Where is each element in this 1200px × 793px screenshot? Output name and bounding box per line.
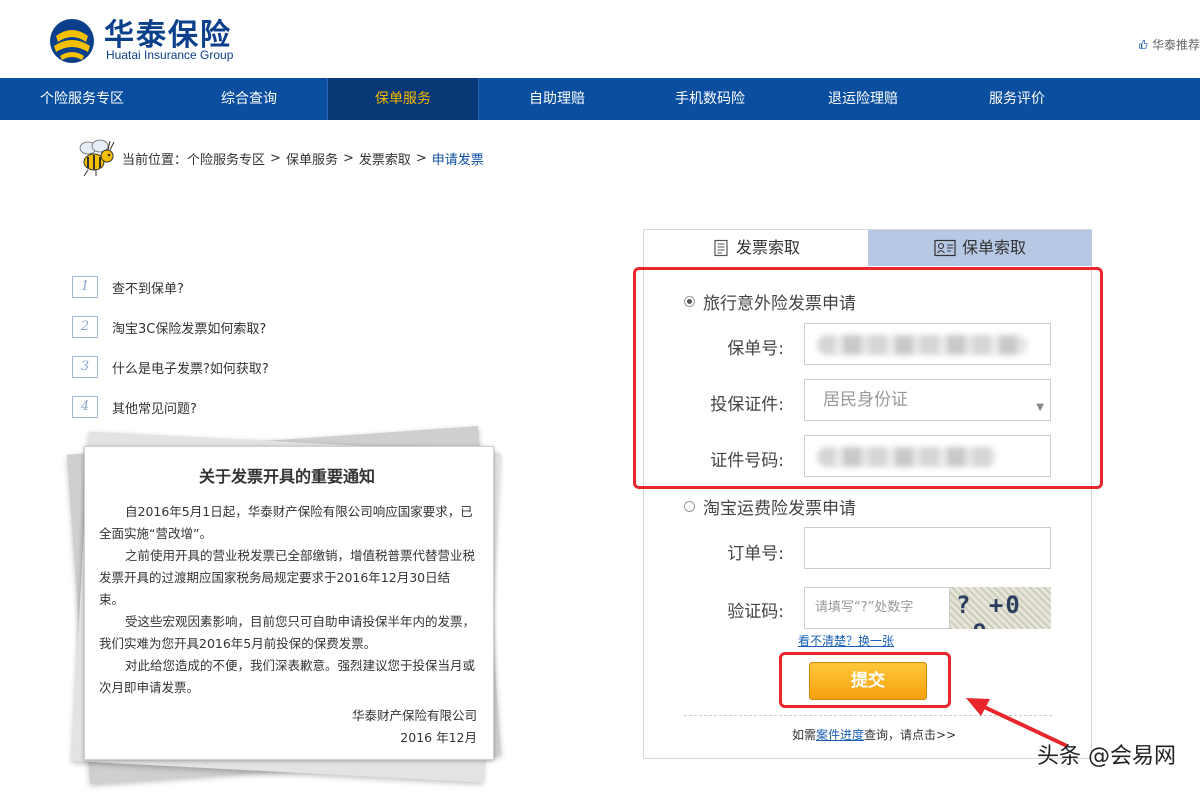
breadcrumb-separator: > <box>343 151 354 166</box>
id-card-icon <box>934 239 956 257</box>
captcha-input[interactable]: 请填写“?”处数字 <box>804 587 950 629</box>
tab-label: 保单索取 <box>962 230 1026 266</box>
tab-invoice-request[interactable]: 发票索取 <box>644 230 868 266</box>
nav-item-return-shipping-claim[interactable]: 退运险理赔 <box>790 78 936 120</box>
progress-query-note: 如需案件进度查询，请点击>> <box>792 726 956 743</box>
top-right-recommend[interactable]: 华泰推荐 <box>1138 34 1200 54</box>
notice-sign-company: 华泰财产保险有限公司 <box>352 705 477 727</box>
breadcrumb-item-apply-invoice: 申请发票 <box>432 149 484 168</box>
notice-card: 关于发票开具的重要通知 自2016年5月1日起，华泰财产保险有限公司响应国家要求… <box>84 446 494 760</box>
nav-item-phone-insurance[interactable]: 手机数码险 <box>637 78 783 120</box>
notice-paragraph: 受这些宏观因素影响，目前您只可自助申请投保半年内的发票，我们实难为您开具2016… <box>99 611 475 655</box>
bee-mascot-icon <box>74 138 120 178</box>
nav-item-general-query[interactable]: 综合查询 <box>176 78 322 120</box>
top-right-label: 华泰推荐 <box>1152 36 1200 53</box>
faq-item[interactable]: 4 其他常见问题? <box>72 396 269 418</box>
brand-logo[interactable]: 华泰保险 Huatai Insurance Group <box>48 8 248 70</box>
case-progress-link[interactable]: 案件进度 <box>816 728 864 742</box>
highlight-box-travel-form <box>633 267 1103 489</box>
tab-label: 发票索取 <box>736 230 800 266</box>
note-before: 如需 <box>792 728 816 742</box>
breadcrumb: 当前位置： 个险服务专区 > 保单服务 > 发票索取 > 申请发票 <box>74 138 484 178</box>
nav-item-service-rating[interactable]: 服务评价 <box>944 78 1090 120</box>
breadcrumb-item-invoice-request[interactable]: 发票索取 <box>359 149 411 168</box>
faq-text: 淘宝3C保险发票如何索取? <box>112 318 266 337</box>
faq-number: 4 <box>72 396 98 418</box>
faq-item[interactable]: 2 淘宝3C保险发票如何索取? <box>72 316 269 338</box>
notice-paragraph: 自2016年5月1日起，华泰财产保险有限公司响应国家要求，已全面实施“营改增”。 <box>99 501 475 545</box>
radio-label: 淘宝运费险发票申请 <box>703 494 856 519</box>
thumbs-up-icon <box>1138 34 1148 54</box>
main-nav: 个险服务专区 综合查询 保单服务 自助理赔 手机数码险 退运险理赔 服务评价 <box>0 78 1200 120</box>
radio-button[interactable] <box>684 501 695 512</box>
watermark: 头条 @会易网 <box>1037 738 1176 770</box>
breadcrumb-prefix: 当前位置： <box>122 149 187 168</box>
notice-sign-date: 2016 年12月 <box>352 727 477 749</box>
brand-name-en: Huatai Insurance Group <box>106 48 233 62</box>
refresh-captcha-link[interactable]: 看不清楚？换一张 <box>798 632 894 649</box>
breadcrumb-item-personal-service[interactable]: 个险服务专区 <box>187 149 265 168</box>
document-icon <box>712 239 730 257</box>
nav-item-personal-service[interactable]: 个险服务专区 <box>14 78 150 120</box>
breadcrumb-separator: > <box>416 151 427 166</box>
faq-list: 1 查不到保单? 2 淘宝3C保险发票如何索取? 3 什么是电子发票?如何获取?… <box>72 276 269 436</box>
note-after[interactable]: 查询，请点击>> <box>864 728 956 742</box>
faq-item[interactable]: 1 查不到保单? <box>72 276 269 298</box>
faq-number: 2 <box>72 316 98 338</box>
faq-item[interactable]: 3 什么是电子发票?如何获取? <box>72 356 269 378</box>
nav-item-self-claim[interactable]: 自助理赔 <box>484 78 630 120</box>
highlight-box-submit <box>779 652 951 708</box>
captcha-image[interactable]: ? +0 =9 <box>950 587 1051 629</box>
faq-number: 3 <box>72 356 98 378</box>
radio-taobao-invoice[interactable]: 淘宝运费险发票申请 <box>684 494 856 519</box>
faq-number: 1 <box>72 276 98 298</box>
notice-paragraph: 对此给您造成的不便，我们深表歉意。强烈建议您于投保当月或次月即申请发票。 <box>99 655 475 699</box>
breadcrumb-separator: > <box>270 151 281 166</box>
captcha-text: ? +0 =9 <box>956 591 1051 629</box>
tab-policy-request[interactable]: 保单索取 <box>868 230 1092 266</box>
captcha-label: 验证码: <box>644 597 784 622</box>
order-number-input[interactable] <box>804 527 1051 569</box>
breadcrumb-item-policy-service[interactable]: 保单服务 <box>286 149 338 168</box>
notice-title: 关于发票开具的重要通知 <box>99 463 475 487</box>
nav-item-policy-service[interactable]: 保单服务 <box>327 78 479 120</box>
faq-text: 什么是电子发票?如何获取? <box>112 358 269 377</box>
notice-signature: 华泰财产保险有限公司 2016 年12月 <box>352 705 477 749</box>
order-number-label: 订单号: <box>644 539 784 564</box>
faq-text: 查不到保单? <box>112 278 184 297</box>
huatai-logo-icon <box>48 14 96 66</box>
notice-paragraph: 之前使用开具的营业税发票已全部缴销，增值税普票代替营业税发票开具的过渡期应国家税… <box>99 545 475 611</box>
faq-text: 其他常见问题? <box>112 398 197 417</box>
